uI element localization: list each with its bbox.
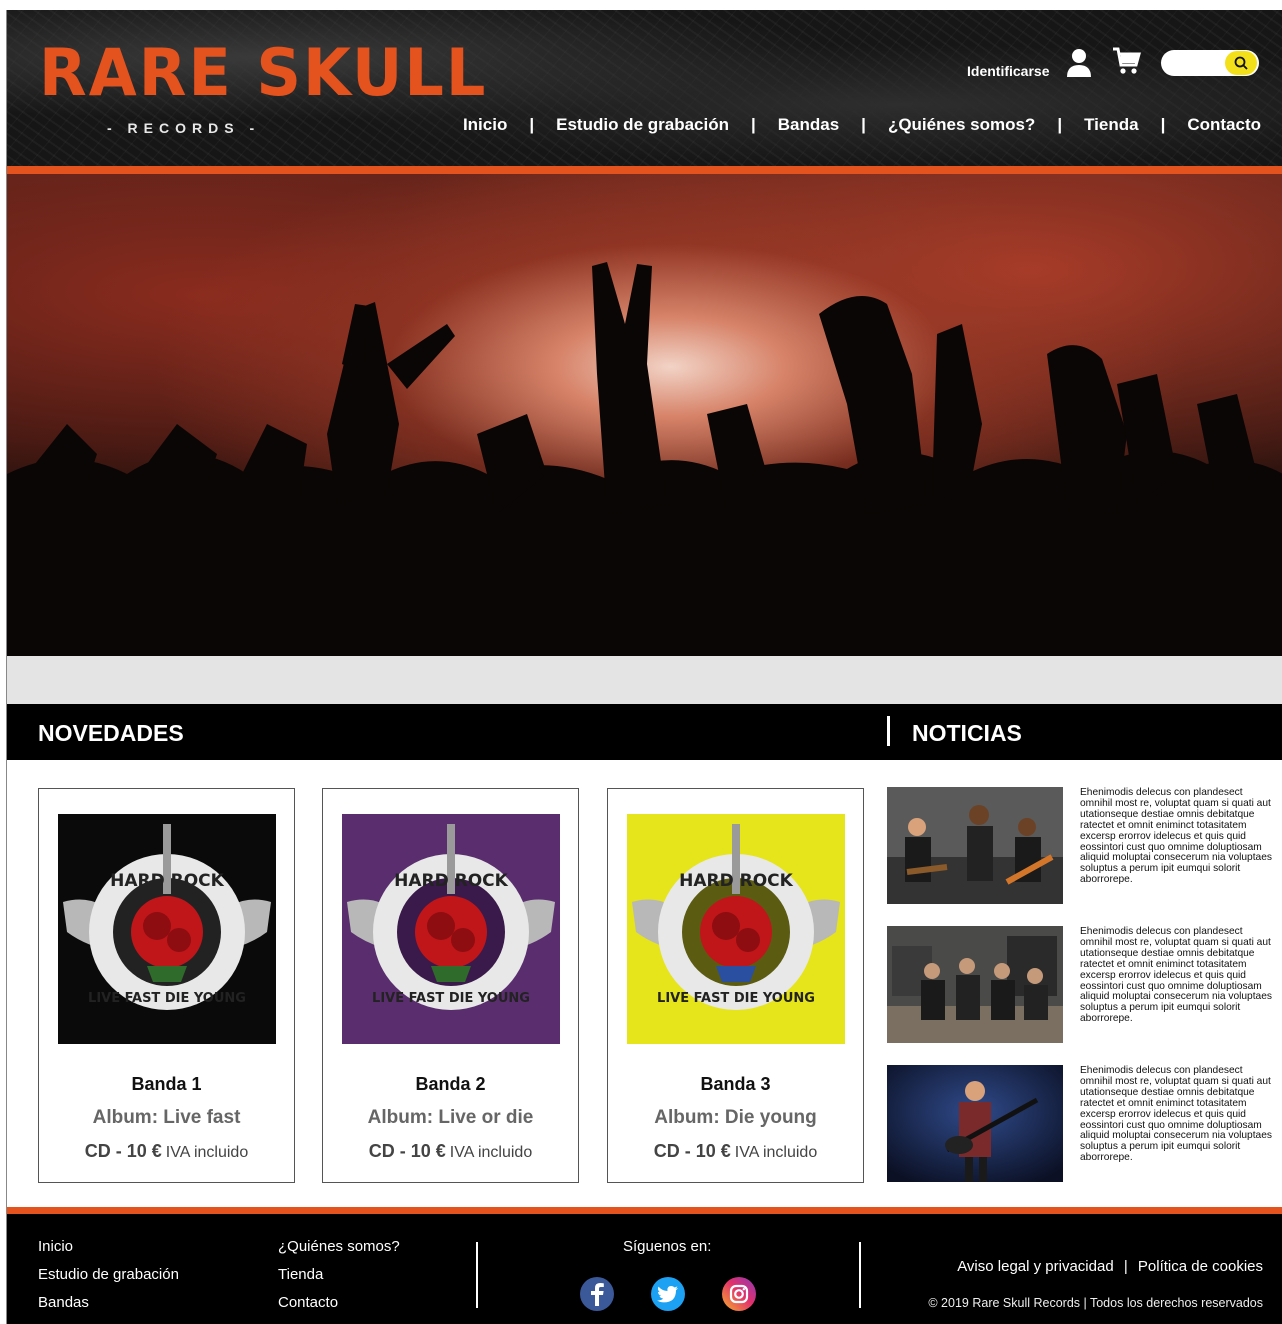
noticias-title: NOTICIAS: [912, 720, 1022, 746]
footer-accent-bar: [7, 1207, 1282, 1214]
cover-bottom-text: LIVE FAST DIE YOUNG: [372, 991, 530, 1006]
band-name[interactable]: Banda 3: [608, 1074, 863, 1095]
album-cover[interactable]: HARD ROCK LIVE FAST DIE YOUNG: [342, 814, 560, 1044]
album-title: Album: Die young: [654, 1107, 817, 1128]
facebook-icon[interactable]: [580, 1277, 614, 1311]
nav-separator: |: [1160, 115, 1166, 134]
nav-tienda[interactable]: Tienda: [1084, 115, 1138, 135]
price-value: CD - 10 €: [653, 1141, 731, 1161]
price: CD - 10 € IVA incluido: [39, 1141, 294, 1162]
hero-bottom-band: [7, 656, 1282, 704]
legal-link[interactable]: Aviso legal y privacidad: [957, 1258, 1113, 1275]
section-header-bar: NOVEDADES NOTICIAS: [7, 704, 1282, 760]
hero-image: [7, 174, 1282, 656]
band-name[interactable]: Banda 1: [39, 1074, 294, 1095]
nav-separator: |: [529, 115, 535, 134]
instagram-icon[interactable]: [722, 1277, 756, 1311]
site-footer: Inicio Estudio de grabación Bandas ¿Quié…: [7, 1214, 1282, 1324]
product-card[interactable]: HARD ROCK LIVE FAST DIE YOUNG Banda 1 Al…: [38, 788, 295, 1183]
product-card[interactable]: HARD ROCK LIVE FAST DIE YOUNG Banda 3 Al…: [607, 788, 864, 1183]
nav-separator: |: [750, 115, 756, 134]
band-name[interactable]: Banda 2: [323, 1074, 578, 1095]
page: RARE SKULL - RECORDS - Identificarse Ini…: [6, 10, 1282, 1324]
nav-separator: |: [1057, 115, 1063, 134]
login-link[interactable]: Identificarse: [967, 63, 1049, 79]
legal-separator: |: [1123, 1258, 1128, 1275]
nav-estudio[interactable]: Estudio de grabación: [556, 115, 729, 135]
news-text: Ehenimodis delecus con plandesect omnihi…: [1080, 926, 1272, 1025]
album-cover[interactable]: HARD ROCK LIVE FAST DIE YOUNG: [627, 814, 845, 1044]
nav-separator: |: [861, 115, 866, 134]
cover-top-text: HARD ROCK: [679, 871, 794, 891]
footer-link-quienes-somos[interactable]: ¿Quiénes somos?: [278, 1238, 400, 1255]
news-text: Ehenimodis delecus con plandesect omnihi…: [1080, 1065, 1272, 1164]
footer-link-estudio[interactable]: Estudio de grabación: [38, 1266, 179, 1283]
cart-icon[interactable]: [1111, 46, 1141, 76]
footer-link-tienda[interactable]: Tienda: [278, 1266, 323, 1283]
cover-top-text: HARD ROCK: [394, 871, 509, 891]
footer-link-bandas[interactable]: Bandas: [38, 1294, 89, 1311]
cover-top-text: HARD ROCK: [110, 871, 225, 891]
header-accent-bar: [7, 166, 1282, 174]
product-card[interactable]: HARD ROCK LIVE FAST DIE YOUNG Banda 2 Al…: [322, 788, 579, 1183]
user-icon[interactable]: [1065, 48, 1093, 78]
logo-subtitle: - RECORDS -: [107, 120, 261, 136]
tax-note: IVA incluido: [165, 1144, 249, 1161]
main-nav: Inicio | Estudio de grabación | Bandas |…: [463, 115, 1261, 135]
album-title: Album: Live or die: [367, 1107, 534, 1128]
album-cover[interactable]: HARD ROCK LIVE FAST DIE YOUNG: [58, 814, 276, 1044]
news-text: Ehenimodis delecus con plandesect omnihi…: [1080, 787, 1272, 886]
copyright: © 2019 Rare Skull Records | Todos los de…: [928, 1296, 1263, 1310]
nav-contacto[interactable]: Contacto: [1187, 115, 1261, 135]
nav-quienes-somos[interactable]: ¿Quiénes somos?: [888, 115, 1035, 135]
nav-inicio[interactable]: Inicio: [463, 115, 507, 135]
site-header: RARE SKULL - RECORDS - Identificarse Ini…: [7, 10, 1282, 168]
footer-divider: [476, 1242, 478, 1308]
cover-bottom-text: LIVE FAST DIE YOUNG: [657, 991, 815, 1006]
novedades-title: NOVEDADES: [38, 720, 184, 746]
search-button[interactable]: [1225, 51, 1257, 75]
nav-bandas[interactable]: Bandas: [778, 115, 839, 135]
album-title: Album: Live fast: [92, 1107, 241, 1128]
price-value: CD - 10 €: [84, 1141, 162, 1161]
twitter-icon[interactable]: [651, 1277, 685, 1311]
legal-links: Aviso legal y privacidad | Política de c…: [957, 1258, 1263, 1275]
search-input[interactable]: [1161, 50, 1259, 76]
cookies-link[interactable]: Política de cookies: [1138, 1258, 1263, 1275]
search-icon: [1234, 56, 1248, 70]
follow-label: Síguenos en:: [623, 1238, 712, 1255]
price-value: CD - 10 €: [368, 1141, 446, 1161]
footer-divider: [859, 1242, 861, 1308]
news-image[interactable]: [887, 1065, 1063, 1182]
tax-note: IVA incluido: [734, 1144, 818, 1161]
price: CD - 10 € IVA incluido: [323, 1141, 578, 1162]
section-divider: [887, 716, 890, 746]
footer-link-inicio[interactable]: Inicio: [38, 1238, 73, 1255]
price: CD - 10 € IVA incluido: [608, 1141, 863, 1162]
tax-note: IVA incluido: [449, 1144, 533, 1161]
cover-bottom-text: LIVE FAST DIE YOUNG: [88, 991, 246, 1006]
footer-link-contacto[interactable]: Contacto: [278, 1294, 338, 1311]
news-image[interactable]: [887, 926, 1063, 1043]
logo-title[interactable]: RARE SKULL: [39, 40, 487, 105]
news-image[interactable]: [887, 787, 1063, 904]
